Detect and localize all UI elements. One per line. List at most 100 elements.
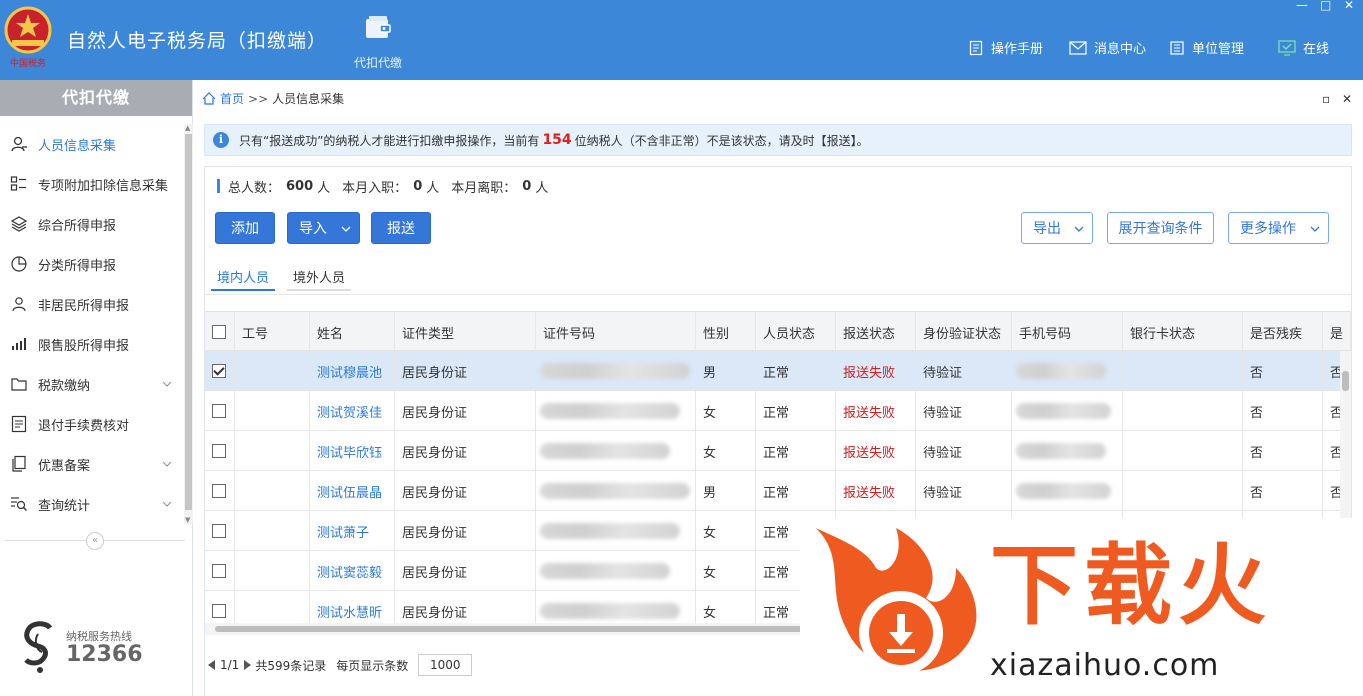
cell-name-text[interactable]: 测试毕欣钰 [317,442,382,461]
tab-overseas[interactable]: 境外人员 [287,267,352,291]
cell-name[interactable]: 测试穆晨池 [310,351,395,391]
row-checkbox[interactable] [212,484,226,498]
cell-name[interactable]: 测试伍晨晶 [310,471,395,511]
cell-cert-type: 居民身份证 [395,471,536,511]
cell-name[interactable]: 测试毕欣钰 [310,431,395,471]
vertical-scroll-thumb[interactable] [1342,371,1349,391]
cell-name-text[interactable]: 测试萧子 [317,522,369,541]
breadcrumb-home[interactable]: 首页 [220,90,244,107]
minimize-button[interactable]: — [1296,0,1308,11]
cell-name-text[interactable]: 测试水慧昕 [317,602,382,621]
cell-cert-type: 居民身份证 [395,511,536,551]
prev-page-icon[interactable] [208,660,216,670]
envelope-icon [1069,40,1087,55]
sidebar-scroll-thumb[interactable] [185,134,192,510]
close-tab-icon[interactable]: ✕ [1342,92,1352,106]
restore-panel-icon[interactable]: ▫ [1322,92,1330,106]
cell-cert-number [536,391,696,431]
import-dropdown-button[interactable]: 导入 [287,212,360,244]
scroll-up-icon[interactable]: ▲ [185,124,190,132]
sidebar-item-query-statistics[interactable]: 查询统计 [0,484,183,524]
column-header[interactable]: 证件类型 [395,312,536,352]
module-daikoudaijiao[interactable]: 代扣代缴 [342,14,414,71]
cell-name[interactable]: 测试水慧昕 [310,591,395,623]
row-checkbox[interactable] [212,524,226,538]
sidebar-item-comprehensive-income[interactable]: 综合所得申报 [0,204,183,244]
cell-cert-type-text: 居民身份证 [402,565,468,581]
nav-messages[interactable]: 消息中心 [1069,38,1146,57]
sidebar-item-nonresident-income[interactable]: 非居民所得申报 [0,284,183,324]
maximize-button[interactable]: □ [1320,0,1331,11]
checkbox[interactable] [212,325,226,339]
column-header[interactable]: 姓名 [310,312,395,352]
cell-name[interactable]: 测试窦蕊毅 [310,551,395,591]
sidebar-item-preferential-filing[interactable]: 优惠备案 [0,444,183,484]
cell-name-text[interactable]: 测试穆晨池 [317,362,382,381]
cell-name-text[interactable]: 测试伍晨晶 [317,482,382,501]
submit-button[interactable]: 报送 [371,212,431,244]
sidebar-item-restricted-stock[interactable]: 限售股所得申报 [0,324,183,364]
cell-cert-number [536,471,696,511]
total-records: 共599条记录 [255,658,327,673]
sidebar-item-classified-income[interactable]: 分类所得申报 [0,244,183,284]
cell-name-text[interactable]: 测试窦蕊毅 [317,562,382,581]
cell-status-text: 正常 [763,365,790,381]
scroll-down-icon[interactable]: ▼ [185,516,190,524]
column-header[interactable]: 是否残疾 [1243,312,1323,352]
column-header[interactable]: 证件号码 [536,312,696,352]
home-icon[interactable] [202,92,216,105]
column-header[interactable]: 报送状态 [836,312,916,352]
page-indicator: 1/1 [220,658,240,672]
table-row[interactable]: 测试伍晨晶 居民身份证男正常 报送失败 待验证否否 [205,471,1351,511]
sidebar-item-refund-fee-check[interactable]: 退付手续费核对 [0,404,183,444]
horizontal-scroll-thumb[interactable] [215,626,805,632]
checklist-icon [11,415,27,433]
cell-status-text: 正常 [763,525,790,541]
sidebar-scrollbar[interactable]: ▲ ▼ [184,124,193,524]
column-header[interactable]: 银行卡状态 [1123,312,1243,352]
sidebar-item-tax-payment[interactable]: 税款缴纳 [0,364,183,404]
row-checkbox[interactable] [212,404,226,418]
nav-online-status[interactable]: 在线 [1278,38,1329,57]
expand-query-button[interactable]: 展开查询条件 [1107,212,1214,244]
table-row[interactable]: 测试毕欣钰 居民身份证女正常 报送失败 待验证否否 [205,431,1351,471]
table-row[interactable]: 测试穆晨池 居民身份证男正常 报送失败 待验证否否 [205,351,1351,391]
cell-gender: 女 [696,591,756,623]
more-actions-dropdown[interactable]: 更多操作 [1228,212,1329,244]
row-checkbox[interactable] [212,364,226,378]
table-row[interactable]: 测试贺溪佳 居民身份证女正常 报送失败 待验证否否 [205,391,1351,431]
column-header[interactable]: 手机号码 [1012,312,1123,352]
cell-cert-type: 居民身份证 [395,551,536,591]
cell-disabled: 否 [1243,471,1323,511]
sidebar-item-personnel[interactable]: 人员信息采集 [0,124,183,164]
nav-unit-management[interactable]: 单位管理 [1169,38,1244,57]
copy-icon [12,455,26,472]
import-button-label: 导入 [299,221,327,237]
column-header[interactable]: 是 [1323,312,1351,352]
select-all-checkbox[interactable] [205,312,235,352]
nav-manual[interactable]: 操作手册 [968,38,1043,57]
sidebar-item-special-deduction[interactable]: 专项附加扣除信息采集 [0,164,183,204]
cell-disabled-text: 否 [1250,485,1264,501]
row-checkbox[interactable] [212,564,226,578]
sidebar-item-label: 综合所得申报 [38,218,117,234]
page-size-input[interactable]: 1000 [418,654,473,676]
cell-name[interactable]: 测试贺溪佳 [310,391,395,431]
column-header[interactable]: 工号 [235,312,310,352]
row-select-cell [205,351,235,391]
row-checkbox[interactable] [212,604,226,618]
export-dropdown-button[interactable]: 导出 [1021,212,1093,244]
column-header[interactable]: 人员状态 [756,312,836,352]
close-window-button[interactable]: ✕ [1344,0,1354,11]
cell-name-text[interactable]: 测试贺溪佳 [317,402,382,421]
sidebar-collapse-button[interactable]: « [86,532,104,550]
add-button[interactable]: 添加 [215,212,275,244]
cell-disabled: 否 [1243,431,1323,471]
column-header[interactable]: 身份验证状态 [916,312,1012,352]
cell-name[interactable]: 测试萧子 [310,511,395,551]
next-page-icon[interactable] [243,660,252,670]
row-checkbox[interactable] [212,444,226,458]
more-actions-label: 更多操作 [1240,221,1296,237]
tab-domestic[interactable]: 境内人员 [211,267,276,291]
column-header[interactable]: 性别 [696,312,756,352]
